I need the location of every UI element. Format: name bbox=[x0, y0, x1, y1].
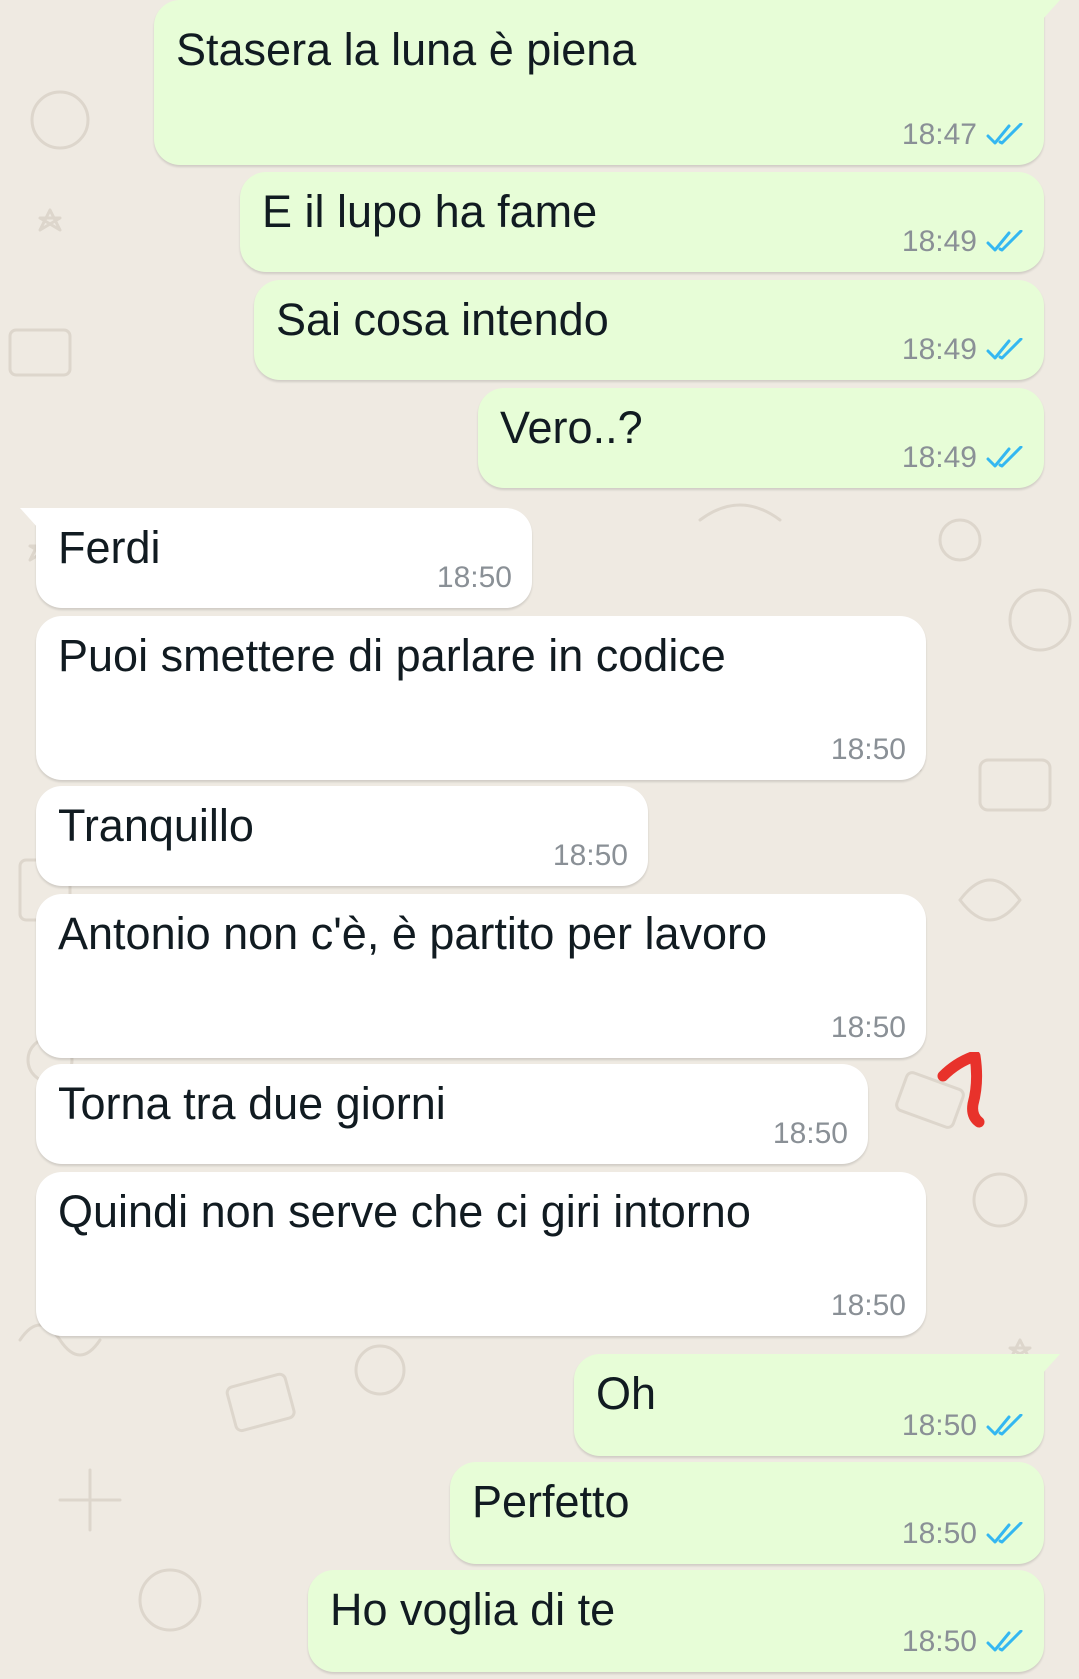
message-bubble-incoming[interactable]: Puoi smettere di parlare in codice 18:50 bbox=[36, 616, 926, 780]
message-text: Quindi non serve che ci giri intorno bbox=[58, 1186, 751, 1237]
message-time: 18:47 bbox=[901, 118, 977, 151]
message-meta: 18:50 bbox=[553, 839, 628, 873]
message-text: Antonio non c'è, è partito per lavoro bbox=[58, 908, 768, 959]
message-meta: 18:50 bbox=[437, 561, 512, 595]
message-time: 18:50 bbox=[901, 1625, 977, 1658]
message-time: 18:50 bbox=[436, 561, 512, 594]
message-time: 18:49 bbox=[901, 333, 977, 366]
read-receipt-double-tick-icon bbox=[986, 123, 1023, 145]
message-bubble-incoming[interactable]: Antonio non c'è, è partito per lavoro 18… bbox=[36, 894, 926, 1058]
message-meta: 18:50 bbox=[902, 1409, 1024, 1443]
message-meta: 18:50 bbox=[831, 1011, 906, 1045]
message-time: 18:50 bbox=[552, 839, 628, 872]
bubble-tail bbox=[1042, 1354, 1060, 1374]
message-meta: 18:50 bbox=[831, 1289, 906, 1323]
message-text: E il lupo ha fame bbox=[262, 186, 598, 237]
message-time: 18:50 bbox=[772, 1117, 848, 1150]
read-receipt-double-tick-icon bbox=[986, 1522, 1023, 1544]
message-bubble-incoming[interactable]: Quindi non serve che ci giri intorno 18:… bbox=[36, 1172, 926, 1336]
message-time: 18:50 bbox=[830, 1289, 906, 1322]
message-meta: 18:49 bbox=[902, 333, 1024, 367]
message-time: 18:49 bbox=[901, 441, 977, 474]
message-bubble-outgoing[interactable]: Sai cosa intendo 18:49 bbox=[254, 280, 1044, 380]
message-text: Perfetto bbox=[472, 1476, 630, 1527]
message-meta: 18:47 bbox=[902, 118, 1024, 152]
message-bubble-outgoing[interactable]: Stasera la luna è piena 18:47 bbox=[154, 0, 1060, 165]
read-receipt-double-tick-icon bbox=[986, 1630, 1023, 1652]
read-receipt-double-tick-icon bbox=[986, 1414, 1023, 1436]
handwritten-number-annotation bbox=[937, 1052, 985, 1128]
read-receipt-double-tick-icon bbox=[986, 338, 1023, 360]
message-time: 18:50 bbox=[901, 1409, 977, 1442]
message-meta: 18:49 bbox=[902, 225, 1024, 259]
read-receipt-double-tick-icon bbox=[986, 230, 1023, 252]
message-text: Stasera la luna è piena bbox=[176, 24, 637, 75]
message-text: Sai cosa intendo bbox=[276, 294, 609, 345]
message-bubble-incoming[interactable]: Torna tra due giorni 18:50 bbox=[36, 1064, 868, 1164]
message-time: 18:50 bbox=[830, 1011, 906, 1044]
message-bubble-outgoing[interactable]: Vero..? 18:49 bbox=[478, 388, 1044, 488]
bubble-tail bbox=[20, 508, 38, 528]
message-bubble-incoming[interactable]: Ferdi 18:50 bbox=[20, 508, 532, 608]
message-bubble-outgoing[interactable]: Oh 18:50 bbox=[574, 1354, 1060, 1456]
message-time: 18:49 bbox=[901, 225, 977, 258]
read-receipt-double-tick-icon bbox=[986, 446, 1023, 468]
message-text: Ho voglia di te bbox=[330, 1584, 616, 1635]
message-meta: 18:50 bbox=[902, 1517, 1024, 1551]
message-time: 18:50 bbox=[830, 733, 906, 766]
message-bubble-incoming[interactable]: Tranquillo 18:50 bbox=[36, 786, 648, 886]
message-text: Puoi smettere di parlare in codice bbox=[58, 630, 726, 681]
message-time: 18:50 bbox=[901, 1517, 977, 1550]
message-meta: 18:50 bbox=[773, 1117, 848, 1151]
message-bubble-outgoing[interactable]: Perfetto 18:50 bbox=[450, 1462, 1044, 1564]
message-meta: 18:50 bbox=[902, 1625, 1024, 1659]
message-text: Ferdi bbox=[58, 522, 161, 573]
message-text: Oh bbox=[596, 1368, 657, 1419]
message-meta: 18:49 bbox=[902, 441, 1024, 475]
message-text: Torna tra due giorni bbox=[58, 1078, 446, 1129]
message-bubble-outgoing[interactable]: Ho voglia di te 18:50 bbox=[308, 1570, 1044, 1672]
message-text: Tranquillo bbox=[58, 800, 254, 851]
message-text: Vero..? bbox=[500, 402, 643, 453]
message-meta: 18:50 bbox=[831, 733, 906, 767]
message-bubble-outgoing[interactable]: E il lupo ha fame 18:49 bbox=[240, 172, 1044, 272]
bubble-tail bbox=[1042, 0, 1060, 20]
